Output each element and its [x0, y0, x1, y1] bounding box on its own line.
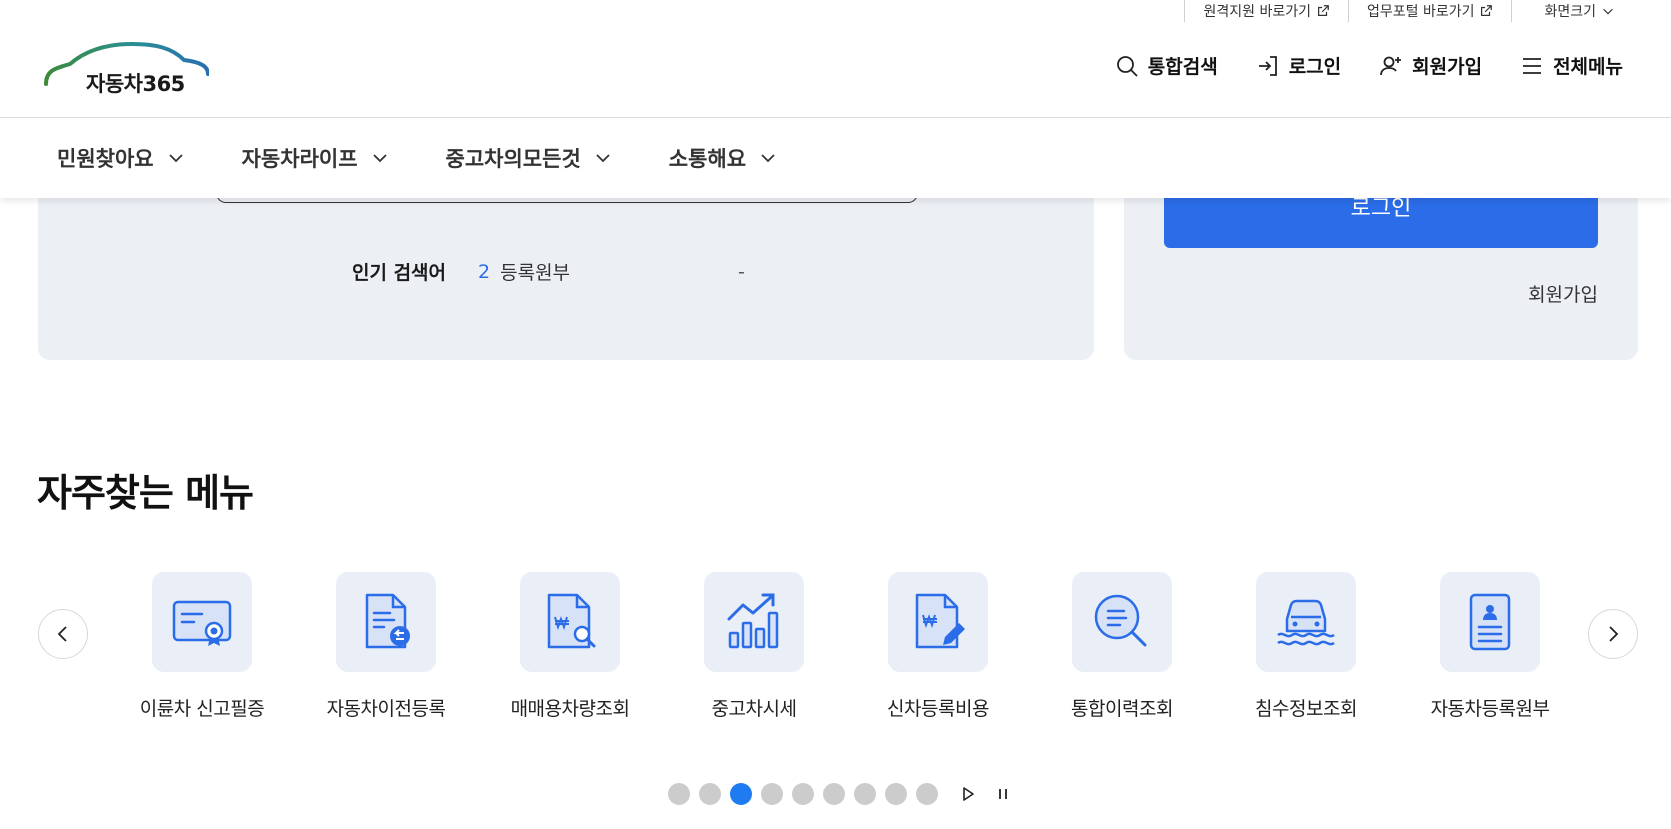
site-logo[interactable]: 자동차365 — [44, 42, 209, 98]
login-header-button[interactable]: 로그인 — [1256, 52, 1341, 79]
menu-icon-box — [1072, 572, 1172, 672]
certificate-icon — [172, 600, 232, 646]
all-menu-button[interactable]: 전체메뉴 — [1520, 52, 1623, 79]
nav-item-civil-service[interactable]: 민원찾아요 — [57, 143, 184, 173]
popular-keywords: 인기 검색어 2 등록원부 - — [352, 258, 745, 285]
chevron-right-icon — [1609, 626, 1619, 642]
menu-item-label: 매매용차량조회 — [510, 698, 630, 720]
nav-item-label: 민원찾아요 — [57, 147, 154, 171]
carousel-dot[interactable] — [730, 783, 752, 805]
menu-item-label: 통합이력조회 — [1071, 698, 1173, 720]
menu-icon-box — [1440, 572, 1540, 672]
logo-text: 자동차365 — [86, 72, 185, 96]
integrated-search-button[interactable]: 통합검색 — [1115, 52, 1218, 79]
nav-item-label: 중고차의모든것 — [445, 147, 581, 171]
document-search-won-icon — [547, 593, 596, 649]
menu-item-motorcycle-certificate[interactable]: 이륜차 신고필증 — [110, 572, 294, 721]
carousel-pagination — [668, 783, 1014, 805]
keyword-rank: 2 — [478, 260, 491, 283]
util-divider — [1511, 0, 1544, 22]
nav-item-label: 소통해요 — [668, 147, 747, 171]
carousel-dot[interactable] — [792, 783, 814, 805]
main-navigation: 민원찾아요 자동차라이프 중고차의모든것 소통해요 — [0, 118, 1671, 198]
car-flood-icon — [1277, 599, 1335, 646]
site-header: 자동차365 원격지원 바로가기 업무포털 바로가기 화면크기 통합검색 로그인… — [0, 0, 1671, 118]
menu-item-used-car-price[interactable]: 중고차시세 — [662, 572, 846, 721]
chevron-down-icon — [372, 154, 387, 163]
section-title: 자주찾는 메뉴 — [37, 471, 254, 515]
carousel-prev-button[interactable] — [38, 609, 88, 659]
menu-item-label: 침수정보조회 — [1255, 698, 1357, 720]
carousel-dot[interactable] — [761, 783, 783, 805]
menu-item-label: 신차등록비용 — [887, 698, 989, 720]
signup-header-button[interactable]: 회원가입 — [1379, 52, 1482, 79]
screen-size-label: 화면크기 — [1544, 4, 1596, 20]
chart-trend-icon — [727, 593, 779, 649]
add-user-icon — [1380, 56, 1402, 75]
login-header-label: 로그인 — [1288, 56, 1342, 78]
chevron-left-icon — [57, 626, 67, 642]
carousel-pause-button[interactable] — [992, 783, 1014, 805]
remote-support-label: 원격지원 바로가기 — [1203, 4, 1311, 20]
carousel-play-button[interactable] — [957, 783, 979, 805]
carousel-dot[interactable] — [885, 783, 907, 805]
menu-icon-box — [888, 572, 988, 672]
menu-icon-box — [1256, 572, 1356, 672]
login-icon — [1258, 55, 1277, 76]
carousel-next-button[interactable] — [1588, 609, 1638, 659]
popular-keyword-link[interactable]: 등록원부 — [500, 258, 570, 285]
menu-item-new-car-registration-cost[interactable]: 신차등록비용 — [846, 572, 1030, 721]
hamburger-icon — [1523, 57, 1542, 74]
menu-item-trade-vehicle-lookup[interactable]: 매매용차량조회 — [478, 572, 662, 721]
menu-item-label: 자동차등록원부 — [1430, 698, 1550, 720]
nav-item-used-car[interactable]: 중고차의모든것 — [446, 143, 611, 173]
frequent-menu-list: 이륜차 신고필증 자동차이전등록 매매용차량조회 중고차시세 신차등록비용 통합… — [110, 572, 1582, 721]
carousel-dot[interactable] — [823, 783, 845, 805]
nav-item-label: 자동차라이프 — [241, 147, 358, 171]
menu-item-registration-record[interactable]: 자동차등록원부 — [1398, 572, 1582, 721]
external-link-icon — [1481, 5, 1493, 16]
menu-icon-box — [520, 572, 620, 672]
popular-keywords-label: 인기 검색어 — [352, 262, 447, 284]
nav-item-car-life[interactable]: 자동차라이프 — [242, 143, 388, 173]
document-won-pen-icon — [915, 593, 965, 649]
work-portal-label: 업무포털 바로가기 — [1366, 4, 1475, 20]
document-transfer-icon — [365, 593, 410, 649]
carousel-dot[interactable] — [854, 783, 876, 805]
play-icon — [963, 787, 974, 801]
magnifier-list-icon — [1094, 594, 1147, 647]
search-icon — [1116, 55, 1138, 77]
menu-item-label: 중고차시세 — [711, 698, 797, 720]
screen-size-dropdown[interactable]: 화면크기 — [1544, 0, 1615, 22]
menu-item-label: 이륜차 신고필증 — [139, 698, 265, 720]
chevron-down-icon — [596, 154, 610, 163]
menu-icon-box — [152, 572, 252, 672]
signup-link[interactable]: 회원가입 — [1528, 280, 1598, 307]
menu-icon-box — [336, 572, 436, 672]
carousel-dot[interactable] — [699, 783, 721, 805]
chevron-down-icon — [1603, 8, 1613, 15]
menu-item-flood-info[interactable]: 침수정보조회 — [1214, 572, 1398, 721]
integrated-search-label: 통합검색 — [1147, 56, 1218, 78]
remote-support-link[interactable]: 원격지원 바로가기 — [1184, 0, 1348, 22]
utility-bar: 원격지원 바로가기 업무포털 바로가기 화면크기 — [1184, 0, 1671, 22]
carousel-dot[interactable] — [916, 783, 938, 805]
signup-header-label: 회원가입 — [1412, 56, 1483, 78]
menu-item-label: 자동차이전등록 — [326, 698, 446, 720]
id-card-icon — [1469, 593, 1511, 651]
work-portal-link[interactable]: 업무포털 바로가기 — [1347, 0, 1512, 22]
menu-item-car-transfer[interactable]: 자동차이전등록 — [294, 572, 478, 721]
menu-icon-box — [704, 572, 804, 672]
carousel-dot[interactable] — [668, 783, 690, 805]
keyword-change-indicator: - — [738, 260, 745, 283]
header-actions: 통합검색 로그인 회원가입 전체메뉴 — [1115, 52, 1623, 79]
nav-item-communication[interactable]: 소통해요 — [669, 143, 776, 173]
chevron-down-icon — [168, 154, 183, 163]
all-menu-label: 전체메뉴 — [1553, 56, 1623, 78]
menu-item-integrated-history[interactable]: 통합이력조회 — [1030, 572, 1214, 721]
pause-icon — [999, 789, 1007, 799]
external-link-icon — [1317, 5, 1329, 16]
chevron-down-icon — [761, 154, 775, 163]
